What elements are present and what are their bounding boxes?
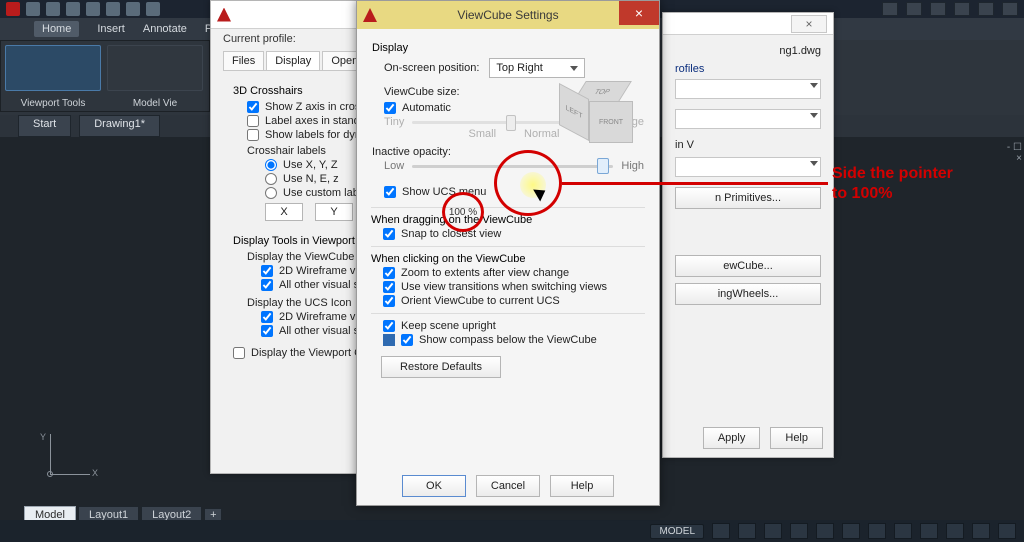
qat-icon[interactable]: [146, 2, 160, 16]
status-icon[interactable]: [868, 523, 886, 539]
primitives-button[interactable]: n Primitives...: [675, 187, 821, 209]
right-panel-header: rofiles: [675, 63, 821, 75]
viewport-tools-button[interactable]: [5, 45, 101, 91]
ribbon-tab-insert[interactable]: Insert: [97, 23, 125, 35]
opacity-low-label: Low: [384, 160, 404, 172]
minimize-icon[interactable]: [954, 2, 970, 16]
ok-button[interactable]: OK: [402, 475, 466, 497]
status-icon[interactable]: [764, 523, 782, 539]
file-tab-start[interactable]: Start: [18, 115, 71, 137]
status-icon[interactable]: [998, 523, 1016, 539]
close-icon[interactable]: ×: [791, 15, 827, 33]
app-logo-icon: [217, 8, 231, 22]
onscreen-position-label: On-screen position:: [384, 62, 479, 74]
chk-zoom-extents[interactable]: Zoom to extents after view change: [383, 267, 645, 279]
exchange-icon[interactable]: [906, 2, 922, 16]
custom-label-y[interactable]: Y: [315, 203, 353, 221]
opacity-slider-handle[interactable]: [597, 158, 609, 174]
profile-label: Current profile:: [223, 33, 296, 45]
help-icon[interactable]: [930, 2, 946, 16]
app-logo-icon: [363, 8, 377, 22]
dialog-footer: OK Cancel Help: [357, 475, 659, 497]
viewcube-titlebar[interactable]: ViewCube Settings ×: [357, 1, 659, 29]
opacity-high-label: High: [621, 160, 644, 172]
help-button[interactable]: Help: [770, 427, 823, 449]
maximize-icon[interactable]: [978, 2, 994, 16]
status-icon[interactable]: [920, 523, 938, 539]
ucs-x-label: X: [92, 468, 98, 478]
status-icon[interactable]: [972, 523, 990, 539]
compass-icon: [383, 334, 395, 346]
chk-show-ucs-menu[interactable]: Show UCS menu: [384, 186, 644, 198]
panel-label: Model Vie: [107, 98, 203, 109]
chk-orient-ucs[interactable]: Orient ViewCube to current UCS: [383, 295, 645, 307]
cube-face-front: FRONT: [589, 101, 633, 143]
dropdown[interactable]: [675, 109, 821, 129]
onscreen-position-value: Top Right: [496, 62, 542, 74]
viewcube-size-label: ViewCube size:: [384, 86, 460, 98]
filename-label: ng1.dwg: [675, 45, 821, 57]
file-tabs: Start Drawing1*: [18, 115, 160, 137]
opacity-slider[interactable]: Low High: [384, 160, 644, 172]
help-button[interactable]: Help: [550, 475, 614, 497]
file-tab-drawing1[interactable]: Drawing1*: [79, 115, 160, 137]
dialog-title: ViewCube Settings: [457, 8, 558, 22]
custom-label-x[interactable]: X: [265, 203, 303, 221]
chk-show-compass[interactable]: [401, 334, 413, 346]
ribbon-panel: Viewport Tools Model Vie: [0, 40, 210, 112]
qat-icon[interactable]: [66, 2, 80, 16]
status-icon[interactable]: [894, 523, 912, 539]
status-icon[interactable]: [946, 523, 964, 539]
panel-label: Viewport Tools: [5, 98, 101, 109]
chk-snap-closest[interactable]: Snap to closest view: [383, 228, 645, 240]
apply-button[interactable]: Apply: [703, 427, 761, 449]
chk-show-compass-label: Show compass below the ViewCube: [419, 334, 597, 346]
status-icon[interactable]: [790, 523, 808, 539]
status-icon[interactable]: [738, 523, 756, 539]
ucs-axis-icon: Y X: [30, 434, 90, 494]
ribbon-tab-home[interactable]: Home: [34, 21, 79, 37]
qat-icon[interactable]: [46, 2, 60, 16]
onscreen-position-select[interactable]: Top Right: [489, 58, 585, 78]
viewcube-preview: TOP LEFT FRONT: [555, 79, 641, 157]
section-display: Display: [372, 42, 644, 54]
chk-view-transitions[interactable]: Use view transitions when switching view…: [383, 281, 645, 293]
account-icon[interactable]: [882, 2, 898, 16]
status-bar: MODEL: [0, 520, 1024, 542]
qat-icon[interactable]: [106, 2, 120, 16]
title-bar-controls: [882, 0, 1024, 18]
app-logo-icon[interactable]: [6, 2, 20, 16]
status-icon[interactable]: [816, 523, 834, 539]
chevron-down-icon: [570, 66, 578, 71]
qat-icon[interactable]: [126, 2, 140, 16]
right-options-panel: × ng1.dwg rofiles in V n Primitives... e…: [662, 12, 834, 458]
section-dragging: When dragging on the ViewCube: [371, 214, 645, 226]
model-view-button[interactable]: [107, 45, 203, 91]
in-v-label: in V: [675, 139, 821, 151]
subtab-display[interactable]: Display: [266, 51, 320, 70]
viewcube-button[interactable]: ewCube...: [675, 255, 821, 277]
status-icon[interactable]: [842, 523, 860, 539]
status-model[interactable]: MODEL: [650, 524, 704, 539]
ucs-y-label: Y: [40, 432, 46, 442]
restore-defaults-button[interactable]: Restore Defaults: [381, 356, 501, 378]
ribbon-tab-annotate[interactable]: Annotate: [143, 23, 187, 35]
cancel-button[interactable]: Cancel: [476, 475, 540, 497]
dropdown[interactable]: [675, 157, 821, 177]
viewcube-settings-dialog: ViewCube Settings × Display On-screen po…: [356, 0, 660, 506]
subtab-files[interactable]: Files: [223, 51, 264, 70]
section-clicking: When clicking on the ViewCube: [371, 253, 645, 265]
chk-keep-upright[interactable]: Keep scene upright: [383, 320, 645, 332]
window-controls-mini[interactable]: - ☐ ×: [1002, 142, 1022, 162]
steeringwheels-button[interactable]: ingWheels...: [675, 283, 821, 305]
close-icon[interactable]: [1002, 2, 1018, 16]
qat-icon[interactable]: [86, 2, 100, 16]
profile-dropdown[interactable]: [675, 79, 821, 99]
close-button[interactable]: ×: [619, 1, 659, 25]
qat-icon[interactable]: [26, 2, 40, 16]
status-icon[interactable]: [712, 523, 730, 539]
